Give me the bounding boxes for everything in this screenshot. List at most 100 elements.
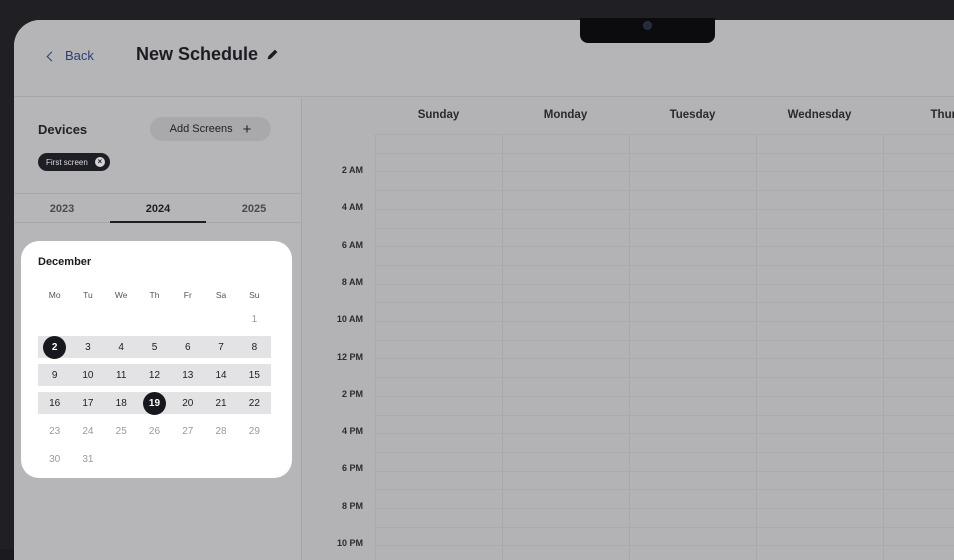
year-tabs: 2023 2024 2025 bbox=[14, 193, 302, 223]
calendar-day[interactable]: 21 bbox=[204, 398, 237, 409]
calendar-week: 2345678 bbox=[38, 333, 271, 361]
time-label: 2 AM bbox=[341, 165, 363, 175]
calendar-day[interactable]: 29 bbox=[238, 426, 271, 437]
calendar-day[interactable]: 15 bbox=[238, 370, 271, 381]
day-header: Wednesday bbox=[787, 109, 852, 121]
calendar-day[interactable]: 5 bbox=[138, 342, 171, 353]
grid-row-line bbox=[375, 508, 954, 509]
grid-column-line bbox=[756, 134, 757, 560]
add-screens-label: Add Screens bbox=[169, 123, 233, 135]
time-label: 12 PM bbox=[336, 351, 363, 362]
grid-row-line bbox=[375, 171, 954, 173]
grid-row-line bbox=[375, 470, 954, 472]
calendar-popover: December Mo Tu We Th Fr Sa Su 1 2 3 4 5 6 7 8 9 10 11 12 1… bbox=[21, 241, 292, 478]
grid-row-line bbox=[375, 264, 954, 266]
grid-row-line bbox=[375, 134, 954, 135]
calendar-day[interactable]: 23 bbox=[38, 426, 71, 437]
calendar-day[interactable]: 26 bbox=[138, 426, 171, 437]
calendar-day[interactable]: 24 bbox=[71, 426, 104, 437]
grid-row-line bbox=[375, 489, 954, 491]
grid-row-line bbox=[375, 433, 954, 435]
calendar-week: 1 bbox=[38, 305, 271, 333]
tab-year-2025[interactable]: 2025 bbox=[206, 194, 302, 222]
grid-column-line bbox=[883, 134, 884, 560]
grid-row-line bbox=[375, 451, 954, 453]
grid-row-line bbox=[375, 152, 954, 154]
device-chip[interactable]: First screen × bbox=[38, 153, 110, 171]
calendar-week: 23 24 25 26 27 28 29 bbox=[38, 417, 271, 445]
calendar-day[interactable]: 4 bbox=[105, 342, 138, 353]
grid-row-line bbox=[375, 526, 954, 528]
time-label: 4 AM bbox=[341, 202, 363, 213]
back-button[interactable]: Back bbox=[46, 48, 94, 63]
device-chip-label: First screen bbox=[46, 157, 88, 167]
calendar-day[interactable]: 1 bbox=[238, 314, 271, 325]
calendar-day[interactable]: 2 bbox=[38, 335, 71, 359]
time-label: 10 AM bbox=[336, 314, 363, 325]
weekday-label: We bbox=[114, 290, 128, 300]
month-label: December bbox=[38, 256, 92, 268]
calendar-day[interactable]: 17 bbox=[71, 398, 104, 409]
calendar-day[interactable]: 25 bbox=[105, 426, 138, 437]
grid-cells[interactable] bbox=[375, 134, 954, 560]
day-header: Monday bbox=[543, 109, 588, 121]
calendar-day[interactable]: 16 bbox=[38, 398, 71, 409]
calendar-day[interactable]: 12 bbox=[138, 370, 171, 381]
grid-column-line bbox=[502, 134, 503, 560]
camera-icon bbox=[643, 21, 652, 30]
devices-label: Devices bbox=[38, 122, 88, 137]
calendar-day[interactable]: 27 bbox=[171, 426, 204, 437]
time-label: 8 AM bbox=[341, 276, 363, 287]
grid-row-line bbox=[375, 208, 954, 210]
add-screens-button[interactable]: Add Screens + bbox=[150, 117, 271, 141]
tab-year-2024[interactable]: 2024 bbox=[110, 194, 206, 223]
grid-row-line bbox=[375, 190, 954, 192]
back-label: Back bbox=[65, 48, 94, 63]
time-label: 6 PM bbox=[341, 463, 363, 474]
weekday-label: Mo bbox=[48, 290, 61, 300]
grid-row-line bbox=[375, 339, 954, 341]
weekday-label: Th bbox=[149, 290, 160, 300]
calendar-day[interactable]: 3 bbox=[71, 342, 104, 353]
device-frame: Back New Schedule Devices Add Screens + … bbox=[0, 0, 954, 560]
chevron-left-icon bbox=[46, 51, 57, 61]
tab-year-2023[interactable]: 2023 bbox=[14, 194, 110, 222]
grid-column-line bbox=[629, 134, 630, 560]
calendar-day[interactable]: 14 bbox=[204, 370, 237, 381]
grid-row-line bbox=[375, 283, 954, 285]
schedule-title: New Schedule bbox=[136, 44, 259, 64]
calendar-day[interactable]: 11 bbox=[105, 370, 138, 381]
calendar-day[interactable]: 22 bbox=[238, 398, 271, 409]
day-header: Tuesday bbox=[669, 109, 716, 121]
grid-row-line bbox=[375, 358, 954, 360]
weekday-label: Fr bbox=[183, 290, 192, 300]
day-headers: Sunday Monday Tuesday Wednesday Thurs bbox=[375, 98, 954, 134]
calendar-day[interactable]: 30 bbox=[38, 454, 71, 465]
weekday-header: Mo Tu We Th Fr Sa Su bbox=[38, 290, 271, 300]
remove-chip-icon[interactable]: × bbox=[94, 157, 105, 167]
time-label: 4 PM bbox=[341, 426, 363, 437]
calendar-day[interactable]: 7 bbox=[204, 342, 237, 353]
grid-row-line bbox=[375, 545, 954, 547]
calendar-day[interactable]: 28 bbox=[204, 426, 237, 437]
schedule-grid: Sunday Monday Tuesday Wednesday Thurs 2 AM 4 … bbox=[303, 98, 954, 560]
calendar-day[interactable]: 31 bbox=[71, 454, 104, 465]
calendar-day[interactable]: 6 bbox=[171, 342, 204, 353]
calendar-day[interactable]: 9 bbox=[38, 370, 71, 381]
weekday-label: Sa bbox=[215, 290, 227, 300]
calendar-day[interactable]: 8 bbox=[238, 342, 271, 353]
page-title: New Schedule bbox=[136, 44, 279, 65]
time-label: 6 AM bbox=[341, 239, 363, 250]
calendar-day[interactable]: 20 bbox=[171, 398, 204, 409]
calendar-day[interactable]: 10 bbox=[71, 370, 104, 381]
day-header: Thurs bbox=[930, 109, 954, 121]
grid-column-line bbox=[375, 134, 376, 560]
calendar-day[interactable]: 18 bbox=[105, 398, 138, 409]
grid-row-line bbox=[375, 395, 954, 397]
calendar-day[interactable]: 13 bbox=[171, 370, 204, 381]
calendar-day[interactable]: 19 bbox=[138, 391, 171, 415]
grid-row-line bbox=[375, 414, 954, 416]
page-header: Back New Schedule bbox=[14, 20, 954, 97]
edit-pencil-icon[interactable] bbox=[266, 48, 279, 61]
weekday-label: Su bbox=[249, 290, 260, 300]
